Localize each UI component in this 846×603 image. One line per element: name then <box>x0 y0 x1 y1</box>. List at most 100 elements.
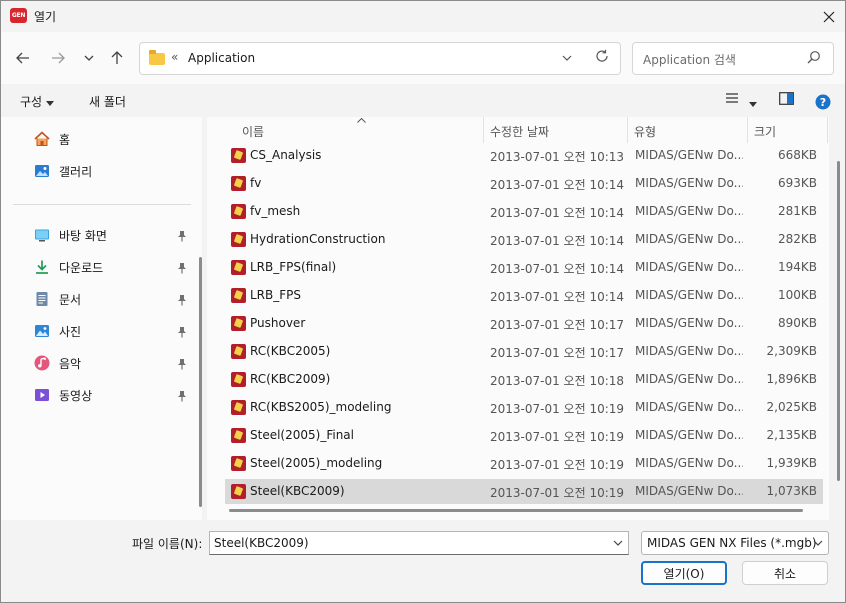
file-type: MIDAS/GENw Do... <box>635 400 743 414</box>
file-date: 2013-07-01 오전 10:19 <box>490 402 625 416</box>
table-row[interactable]: Pushover 2013-07-01 오전 10:17 MIDAS/GENw Do… <box>225 311 823 336</box>
music-icon <box>34 355 50 371</box>
breadcrumb-application[interactable]: Application <box>188 51 255 65</box>
file-size: 1,896KB <box>766 372 817 386</box>
column-header-date[interactable]: 수정한 날짜 <box>490 117 549 143</box>
file-type: MIDAS/GENw Do... <box>635 316 743 330</box>
sidebar-item-desktop[interactable]: 바탕 화면 <box>34 223 107 247</box>
table-row[interactable]: Steel(2005)_Final 2013-07-01 오전 10:19 MIDA… <box>225 423 823 448</box>
sidebar-item-pictures[interactable]: 사진 <box>34 319 81 343</box>
refresh-button[interactable] <box>595 49 609 67</box>
midas-file-icon <box>231 260 246 275</box>
cancel-button[interactable]: 취소 <box>742 561 828 585</box>
arrow-up-icon <box>111 51 123 64</box>
pin-icon[interactable] <box>177 230 187 242</box>
pin-icon[interactable] <box>177 326 187 338</box>
close-button[interactable] <box>813 1 845 32</box>
chevron-down-icon <box>613 540 623 546</box>
filetype-select[interactable]: MIDAS GEN NX Files (*.mgb) <box>641 531 829 555</box>
help-button[interactable]: ? <box>815 94 831 113</box>
search-icon[interactable] <box>807 50 821 64</box>
pictures-icon <box>34 323 50 339</box>
list-view-icon <box>726 93 738 103</box>
column-header-type[interactable]: 유형 <box>634 117 656 143</box>
navigation-bar: « Application Application 검색 <box>1 32 845 84</box>
pin-icon[interactable] <box>177 262 187 274</box>
table-row[interactable]: HydrationConstruction 2013-07-01 오전 10:14… <box>225 227 823 252</box>
view-dropdown-button[interactable] <box>749 96 757 110</box>
filename-label: 파일 이름(N): <box>132 537 203 551</box>
caret-down-icon <box>749 102 757 107</box>
filename-input[interactable]: Steel(KBC2009) <box>214 536 309 550</box>
file-list: 이름 수정한 날짜 유형 크기 CS_Analysis 2013-07-01 오전… <box>207 117 840 520</box>
filename-dropdown-button[interactable] <box>613 536 623 549</box>
pin-icon[interactable] <box>177 358 187 370</box>
address-dropdown-button[interactable] <box>562 50 572 64</box>
sidebar-divider <box>13 204 191 205</box>
sidebar-scrollbar[interactable] <box>199 257 202 507</box>
midas-file-icon <box>231 400 246 415</box>
file-name: RC(KBC2005) <box>250 344 331 358</box>
file-name: Pushover <box>250 316 306 330</box>
gallery-icon <box>34 163 50 179</box>
documents-icon <box>34 291 50 307</box>
sidebar-item-label: 음악 <box>59 356 82 371</box>
open-button[interactable]: 열기(O) <box>641 561 727 585</box>
file-type: MIDAS/GENw Do... <box>635 288 743 302</box>
breadcrumb-overflow[interactable]: « <box>171 50 178 64</box>
sidebar-item-downloads[interactable]: 다운로드 <box>34 255 103 279</box>
file-date: 2013-07-01 오전 10:17 <box>490 318 625 332</box>
up-button[interactable] <box>106 47 128 69</box>
table-row[interactable]: CS_Analysis 2013-07-01 오전 10:13 MIDAS/GENw… <box>225 143 823 168</box>
column-divider[interactable] <box>747 117 748 143</box>
table-row[interactable]: LRB_FPS 2013-07-01 오전 10:14 MIDAS/GENw Do.… <box>225 283 823 308</box>
file-size: 2,135KB <box>766 428 817 442</box>
back-button[interactable] <box>12 47 34 69</box>
file-type: MIDAS/GENw Do... <box>635 260 743 274</box>
recent-locations-button[interactable] <box>78 47 100 69</box>
pin-icon[interactable] <box>177 390 187 402</box>
file-name: LRB_FPS(final) <box>250 260 337 274</box>
midas-file-icon <box>231 344 246 359</box>
home-icon <box>34 131 50 147</box>
file-name: fv_mesh <box>250 204 301 218</box>
sidebar-item-gallery[interactable]: 갤러리 <box>34 159 92 183</box>
sidebar-item-videos[interactable]: 동영상 <box>34 383 92 407</box>
file-name: RC(KBC2009) <box>250 372 331 386</box>
horizontal-scrollbar[interactable] <box>229 509 803 512</box>
table-row[interactable]: LRB_FPS(final) 2013-07-01 오전 10:14 MIDAS/G… <box>225 255 823 280</box>
sidebar-item-documents[interactable]: 문서 <box>34 287 81 311</box>
table-row-selected[interactable]: Steel(KBC2009) 2013-07-01 오전 10:19 MIDAS/G… <box>225 479 823 504</box>
preview-pane-button[interactable] <box>779 92 794 108</box>
pin-icon[interactable] <box>177 294 187 306</box>
column-divider[interactable] <box>627 117 628 143</box>
table-row[interactable]: fv 2013-07-01 오전 10:14 MIDAS/GENw Do... 693… <box>225 171 823 196</box>
table-row[interactable]: Steel(2005)_modeling 2013-07-01 오전 10:19 M… <box>225 451 823 476</box>
search-box[interactable]: Application 검색 <box>632 42 834 75</box>
file-size: 282KB <box>777 232 817 246</box>
column-divider[interactable] <box>483 117 484 143</box>
organize-button[interactable]: 구성 <box>20 93 54 110</box>
new-folder-button[interactable]: 새 폴더 <box>89 93 126 110</box>
filetype-dropdown-button[interactable] <box>813 536 823 549</box>
column-divider[interactable] <box>827 117 828 143</box>
table-row[interactable]: RC(KBC2009) 2013-07-01 오전 10:18 MIDAS/GENw… <box>225 367 823 392</box>
table-row[interactable]: RC(KBS2005)_modeling 2013-07-01 오전 10:19 M… <box>225 395 823 420</box>
file-type: MIDAS/GENw Do... <box>635 176 743 190</box>
sidebar-item-home[interactable]: 홈 <box>34 127 70 151</box>
search-input[interactable]: Application 검색 <box>643 51 736 68</box>
column-header-size[interactable]: 크기 <box>754 117 776 143</box>
filename-combobox[interactable]: Steel(KBC2009) <box>209 531 629 555</box>
view-options-button[interactable] <box>725 92 739 107</box>
sidebar-item-music[interactable]: 음악 <box>34 351 81 375</box>
forward-button[interactable] <box>47 47 69 69</box>
address-bar[interactable]: « Application <box>139 42 621 75</box>
table-row[interactable]: fv_mesh 2013-07-01 오전 10:14 MIDAS/GENw Do.… <box>225 199 823 224</box>
table-row[interactable]: RC(KBC2005) 2013-07-01 오전 10:17 MIDAS/GENw… <box>225 339 823 364</box>
download-icon <box>34 259 50 275</box>
column-header-name[interactable]: 이름 <box>242 117 264 143</box>
arrow-right-icon <box>52 52 65 64</box>
vertical-scrollbar[interactable] <box>837 161 840 481</box>
file-date: 2013-07-01 오전 10:13 <box>490 150 625 164</box>
midas-file-icon <box>231 288 246 303</box>
